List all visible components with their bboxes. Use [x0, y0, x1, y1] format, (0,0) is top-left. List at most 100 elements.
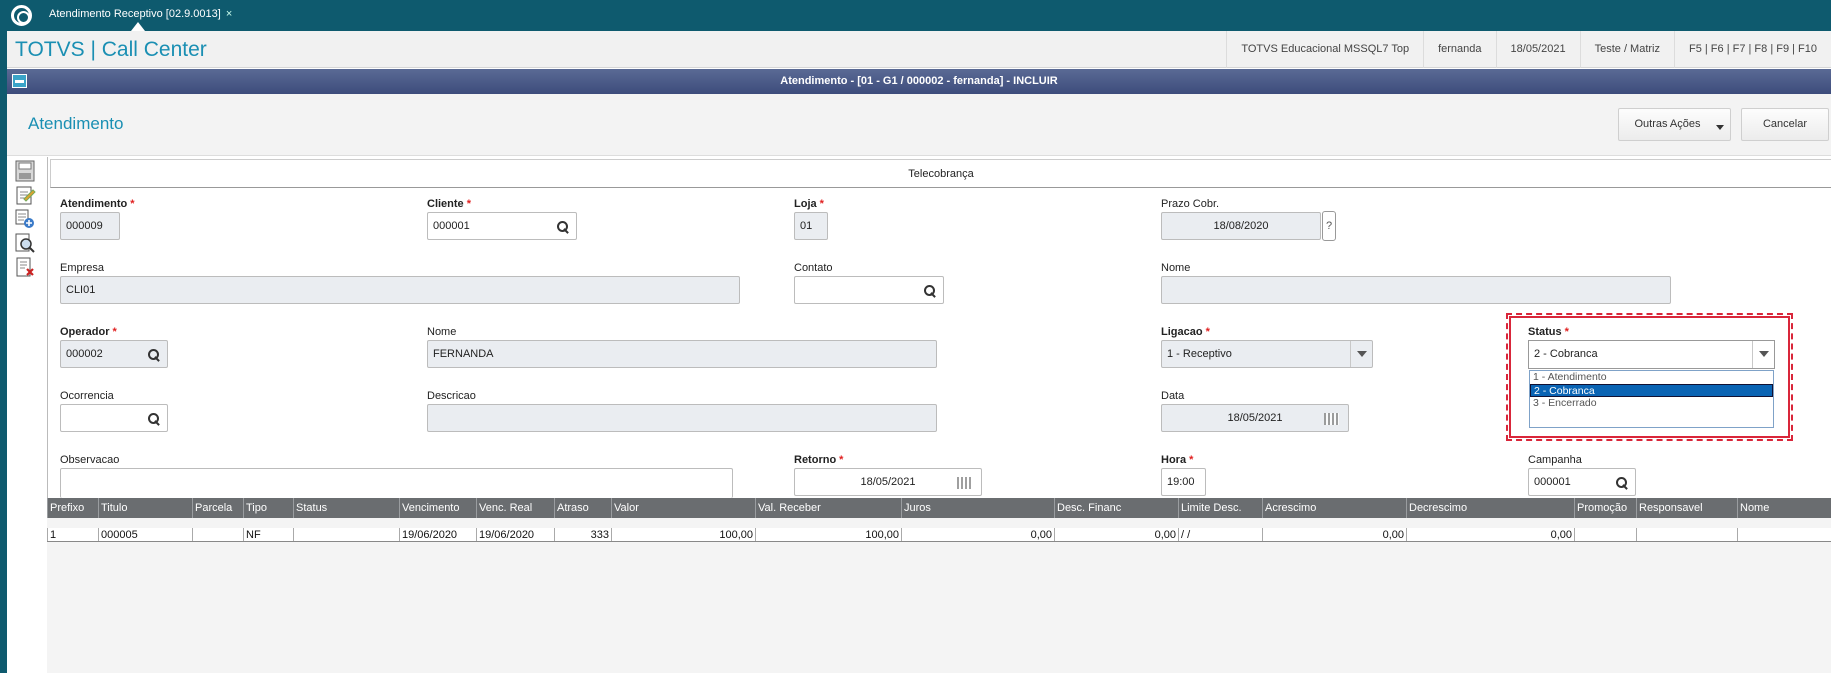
prazo-cobr-label: Prazo Cobr.	[1161, 198, 1220, 210]
calendar-icon[interactable]	[1324, 413, 1339, 425]
edit-icon[interactable]	[14, 184, 36, 206]
loja-label: Loja *	[794, 198, 824, 210]
delete-icon[interactable]	[14, 256, 36, 278]
ligacao-label: Ligacao *	[1161, 326, 1210, 338]
column-header-14[interactable]: Acrescimo	[1262, 498, 1406, 518]
column-header-8[interactable]: Atraso	[554, 498, 611, 518]
column-header-16[interactable]: Promoção	[1574, 498, 1636, 518]
empresa-label: Empresa	[60, 262, 105, 274]
column-header-12[interactable]: Desc. Financ	[1054, 498, 1178, 518]
descricao-label: Descricao	[427, 390, 476, 402]
atendimento-field[interactable]: 000009	[60, 212, 120, 240]
grid-cell[interactable]	[1574, 528, 1636, 541]
grid-cell[interactable]: NF	[243, 528, 293, 541]
grid-cell[interactable]: / /	[1178, 528, 1262, 541]
table-row[interactable]: 1 000005 NF 19/06/2020 19/06/2020 333 100,00 10…	[47, 528, 1831, 542]
cancel-button[interactable]: Cancelar	[1741, 108, 1829, 141]
column-header-5[interactable]: Status	[293, 498, 399, 518]
more-actions-button[interactable]: Outras Ações	[1618, 108, 1731, 141]
save-icon[interactable]	[14, 160, 36, 182]
grid-cell[interactable]: 333	[554, 528, 611, 541]
search-icon[interactable]	[924, 285, 936, 297]
retorno-label: Retorno *	[794, 454, 844, 466]
grid-cell[interactable]: 0,00	[1054, 528, 1178, 541]
status-option-1[interactable]: 1 - Atendimento	[1530, 371, 1773, 384]
grid-cell[interactable]	[1636, 528, 1737, 541]
search-icon[interactable]	[557, 221, 569, 233]
grid-cell[interactable]: 100,00	[755, 528, 901, 541]
cliente-field[interactable]: 000001	[427, 212, 577, 240]
grid-cell[interactable]: 000005	[98, 528, 192, 541]
grid-cell[interactable]: 100,00	[611, 528, 755, 541]
column-header-7[interactable]: Venc. Real	[476, 498, 554, 518]
nome-contato-field[interactable]	[1161, 276, 1671, 304]
grid-cell[interactable]: 0,00	[1406, 528, 1574, 541]
grid-cell[interactable]	[293, 528, 399, 541]
empresa-field[interactable]: CLI01	[60, 276, 740, 304]
prazo-cobr-field[interactable]: 18/08/2020	[1161, 212, 1321, 240]
branch-label[interactable]: Teste / Matriz	[1579, 31, 1674, 68]
column-header-3[interactable]: Parcela	[192, 498, 243, 518]
add-icon[interactable]	[14, 208, 36, 230]
loja-field[interactable]: 01	[794, 212, 828, 240]
observacao-label: Observacao	[60, 454, 120, 466]
operador-label: Operador *	[60, 326, 117, 338]
tab-telecobranca[interactable]: Telecobrança	[50, 159, 1831, 188]
help-button[interactable]: ?	[1322, 211, 1336, 241]
atendimento-label: Atendimento *	[60, 198, 135, 210]
campanha-label: Campanha	[1528, 454, 1582, 466]
ocorrencia-field[interactable]	[60, 404, 168, 432]
status-option-3[interactable]: 3 - Encerrado	[1530, 397, 1773, 410]
data-field[interactable]: 18/05/2021	[1161, 404, 1349, 432]
grid-cell[interactable]: 19/06/2020	[399, 528, 476, 541]
nome-contato-label: Nome	[1161, 262, 1191, 274]
window-icon[interactable]	[12, 74, 27, 88]
column-header-10[interactable]: Val. Receber	[755, 498, 901, 518]
column-header-15[interactable]: Decrescimo	[1406, 498, 1574, 518]
totvs-logo-icon[interactable]	[11, 5, 32, 26]
retorno-field[interactable]: 18/05/2021	[794, 468, 982, 496]
grid-cell[interactable]: 1	[47, 528, 98, 541]
status-select[interactable]: 2 - Cobranca	[1528, 340, 1775, 369]
operador-field[interactable]: 000002	[60, 340, 168, 368]
status-option-2[interactable]: 2 - Cobranca	[1530, 384, 1773, 397]
nome-operador-field[interactable]: FERNANDA	[427, 340, 937, 368]
tab-title: Atendimento Receptivo [02.9.0013]	[49, 8, 221, 20]
column-header-18[interactable]: Nome	[1737, 498, 1831, 518]
column-header-11[interactable]: Juros	[901, 498, 1054, 518]
search-icon[interactable]	[1616, 477, 1628, 489]
shortcuts-label: F5 | F6 | F7 | F8 | F9 | F10	[1674, 31, 1831, 68]
observacao-field[interactable]	[60, 468, 733, 498]
grid-cell[interactable]	[192, 528, 243, 541]
data-label: Data	[1161, 390, 1185, 402]
grid-cell[interactable]: 19/06/2020	[476, 528, 554, 541]
hora-field[interactable]: 19:00	[1161, 468, 1206, 496]
grid-cell[interactable]: 0,00	[1262, 528, 1406, 541]
column-header-13[interactable]: Limite Desc.	[1178, 498, 1262, 518]
date-label: 18/05/2021	[1495, 31, 1580, 68]
column-header-6[interactable]: Vencimento	[399, 498, 476, 518]
status-options-list[interactable]: 1 - Atendimento 2 - Cobranca 3 - Encerra…	[1529, 370, 1774, 428]
dropdown-arrow-icon[interactable]	[1350, 341, 1372, 367]
top-bar: Atendimento Receptivo [02.9.0013] ×	[0, 0, 1831, 31]
grid-cell[interactable]: 0,00	[901, 528, 1054, 541]
close-tab-icon[interactable]: ×	[226, 8, 232, 20]
app-header: TOTVS | Call Center TOTVS Educacional MS…	[7, 31, 1831, 68]
preview-icon[interactable]	[14, 232, 36, 254]
column-header-4[interactable]: Tipo	[243, 498, 293, 518]
column-header-9[interactable]: Valor	[611, 498, 755, 518]
ligacao-select[interactable]: 1 - Receptivo	[1161, 340, 1373, 368]
cliente-label: Cliente *	[427, 198, 471, 210]
environment-label: TOTVS Educacional MSSQL7 Top	[1226, 31, 1423, 68]
column-header-1[interactable]: Prefixo	[47, 498, 98, 518]
search-icon[interactable]	[148, 349, 160, 361]
campanha-field[interactable]: 000001	[1528, 468, 1636, 496]
calendar-icon[interactable]	[957, 477, 972, 489]
dropdown-arrow-icon[interactable]	[1752, 341, 1774, 368]
search-icon[interactable]	[148, 413, 160, 425]
descricao-field[interactable]	[427, 404, 937, 432]
grid-cell[interactable]	[1737, 528, 1831, 541]
column-header-17[interactable]: Responsavel	[1636, 498, 1737, 518]
column-header-2[interactable]: Titulo	[98, 498, 192, 518]
contato-field[interactable]	[794, 276, 944, 304]
